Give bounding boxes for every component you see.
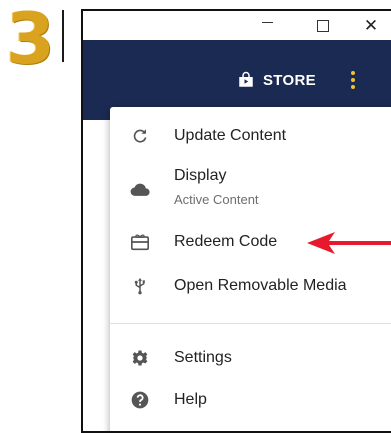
store-label: STORE (263, 71, 316, 89)
store-button[interactable]: STORE (237, 68, 316, 92)
menu-item-label: Display (174, 167, 227, 184)
kebab-dot (351, 85, 355, 89)
app-window: ✕ STORE Update Content Display Active Co… (81, 9, 391, 433)
store-bag-icon (239, 71, 253, 87)
menu-item-display[interactable]: Display Active Content (110, 165, 391, 215)
overflow-menu: Update Content Display Active Content Re… (110, 107, 391, 431)
menu-item-label: Open Removable Media (174, 277, 347, 294)
help-icon (130, 390, 150, 410)
minimize-icon (261, 22, 273, 23)
kebab-dot (351, 71, 355, 75)
usb-icon (130, 276, 150, 296)
menu-item-label: Help (174, 391, 207, 408)
menu-item-sublabel: Active Content (174, 192, 259, 207)
more-options-button[interactable] (346, 68, 360, 92)
menu-item-label: Settings (174, 349, 232, 366)
cloud-icon (130, 180, 150, 200)
step-divider (62, 10, 64, 62)
gear-icon (130, 348, 150, 368)
menu-item-help[interactable]: Help (110, 385, 391, 415)
menu-divider (110, 323, 391, 324)
gift-card-icon (130, 232, 150, 252)
refresh-icon (130, 126, 150, 146)
menu-item-label: Redeem Code (174, 233, 278, 250)
close-icon: ✕ (363, 15, 379, 36)
menu-item-update-content[interactable]: Update Content (110, 121, 391, 151)
maximize-icon (317, 19, 329, 32)
minimize-button[interactable] (247, 11, 287, 40)
maximize-button[interactable] (303, 11, 343, 40)
menu-item-settings[interactable]: Settings (110, 343, 391, 373)
red-arrow-annotation (307, 232, 391, 254)
kebab-dot (351, 78, 355, 82)
menu-item-label: Update Content (174, 127, 287, 144)
menu-item-open-removable-media[interactable]: Open Removable Media (110, 271, 391, 301)
step-number: 3 (6, 0, 55, 80)
title-bar: ✕ (83, 11, 391, 40)
close-button[interactable]: ✕ (351, 11, 391, 40)
